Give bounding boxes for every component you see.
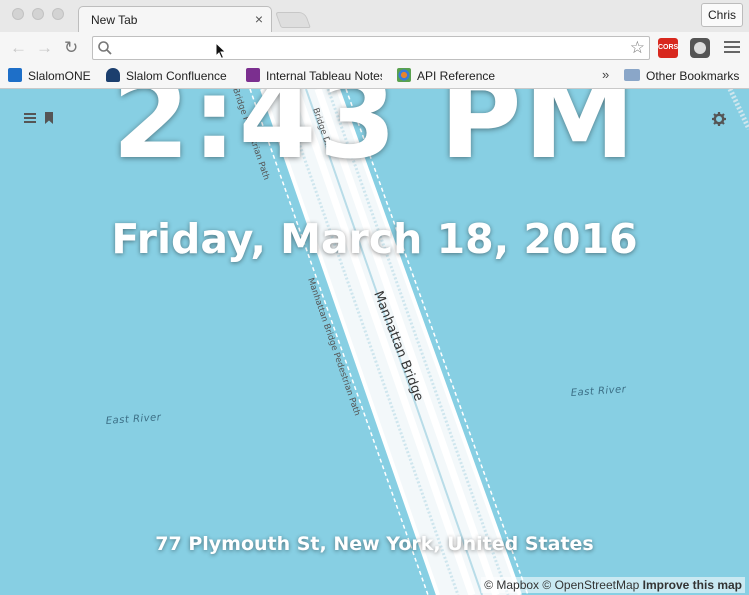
title-bar: New Tab × Chris	[0, 0, 749, 34]
bookmark-slalomone[interactable]: SlalomONE	[8, 68, 91, 84]
new-tab-page: Manhattan Bridge Manhattan Bridge Pedest…	[0, 89, 749, 595]
other-bookmarks-label: Other Bookmarks	[646, 69, 740, 83]
tab-close-icon[interactable]: ×	[255, 11, 263, 27]
close-window-button[interactable]	[12, 8, 24, 20]
bookmark-api-reference[interactable]: API Reference	[397, 68, 495, 84]
bookmarks-bar: SlalomONE Slalom Confluence Internal Tab…	[0, 64, 749, 89]
cors-extension-icon[interactable]: CORS	[658, 38, 678, 58]
extension-icon[interactable]	[690, 38, 710, 58]
tab-title: New Tab	[91, 13, 138, 27]
new-tab-button[interactable]	[275, 12, 311, 28]
toolbar: ← → ↻ ☆ CORS	[0, 32, 749, 64]
other-bookmarks-folder[interactable]: Other Bookmarks	[624, 68, 739, 84]
sharepoint-icon	[8, 68, 22, 82]
mouse-cursor-icon	[215, 42, 227, 60]
bookmark-slalom-confluence[interactable]: Slalom Confluence	[106, 68, 227, 84]
folder-icon	[624, 69, 640, 81]
tableau-icon	[397, 68, 411, 82]
bookmark-label: SlalomONE	[28, 69, 91, 83]
search-icon	[98, 41, 112, 55]
east-river-label-left: East River	[105, 412, 162, 427]
improve-map-link[interactable]: Improve this map	[643, 578, 742, 592]
mapbox-attribution-link[interactable]: © Mapbox	[484, 578, 539, 592]
bookmark-internal-tableau-notes[interactable]: Internal Tableau Notes	[246, 68, 382, 84]
bookmarks-overflow-icon[interactable]: »	[602, 67, 609, 82]
bookmark-label: API Reference	[417, 69, 496, 83]
osm-attribution-link[interactable]: © OpenStreetMap	[542, 578, 639, 592]
address-bar[interactable]: ☆	[92, 36, 650, 60]
reload-icon[interactable]: ↻	[64, 39, 78, 57]
clock-time: 2:43 PM	[111, 89, 638, 184]
onenote-icon	[246, 68, 260, 82]
confluence-icon	[106, 68, 120, 82]
location-address: 77 Plymouth St, New York, United States	[155, 533, 594, 555]
bookmark-label: Slalom Confluence	[126, 69, 227, 83]
map-attribution: © Mapbox © OpenStreetMap Improve this ma…	[481, 577, 745, 593]
east-river-label-right: East River	[570, 384, 627, 399]
profile-button[interactable]: Chris	[701, 3, 743, 27]
current-date: Friday, March 18, 2016	[111, 215, 638, 263]
tab-new-tab[interactable]: New Tab ×	[78, 6, 272, 34]
bookmark-label: Internal Tableau Notes	[266, 69, 382, 83]
back-icon[interactable]: ←	[10, 39, 27, 57]
bookmark-star-icon[interactable]: ☆	[630, 38, 645, 58]
minimize-window-button[interactable]	[32, 8, 44, 20]
chrome-menu-icon[interactable]	[724, 41, 740, 55]
zoom-window-button[interactable]	[52, 8, 64, 20]
forward-icon[interactable]: →	[36, 39, 53, 57]
